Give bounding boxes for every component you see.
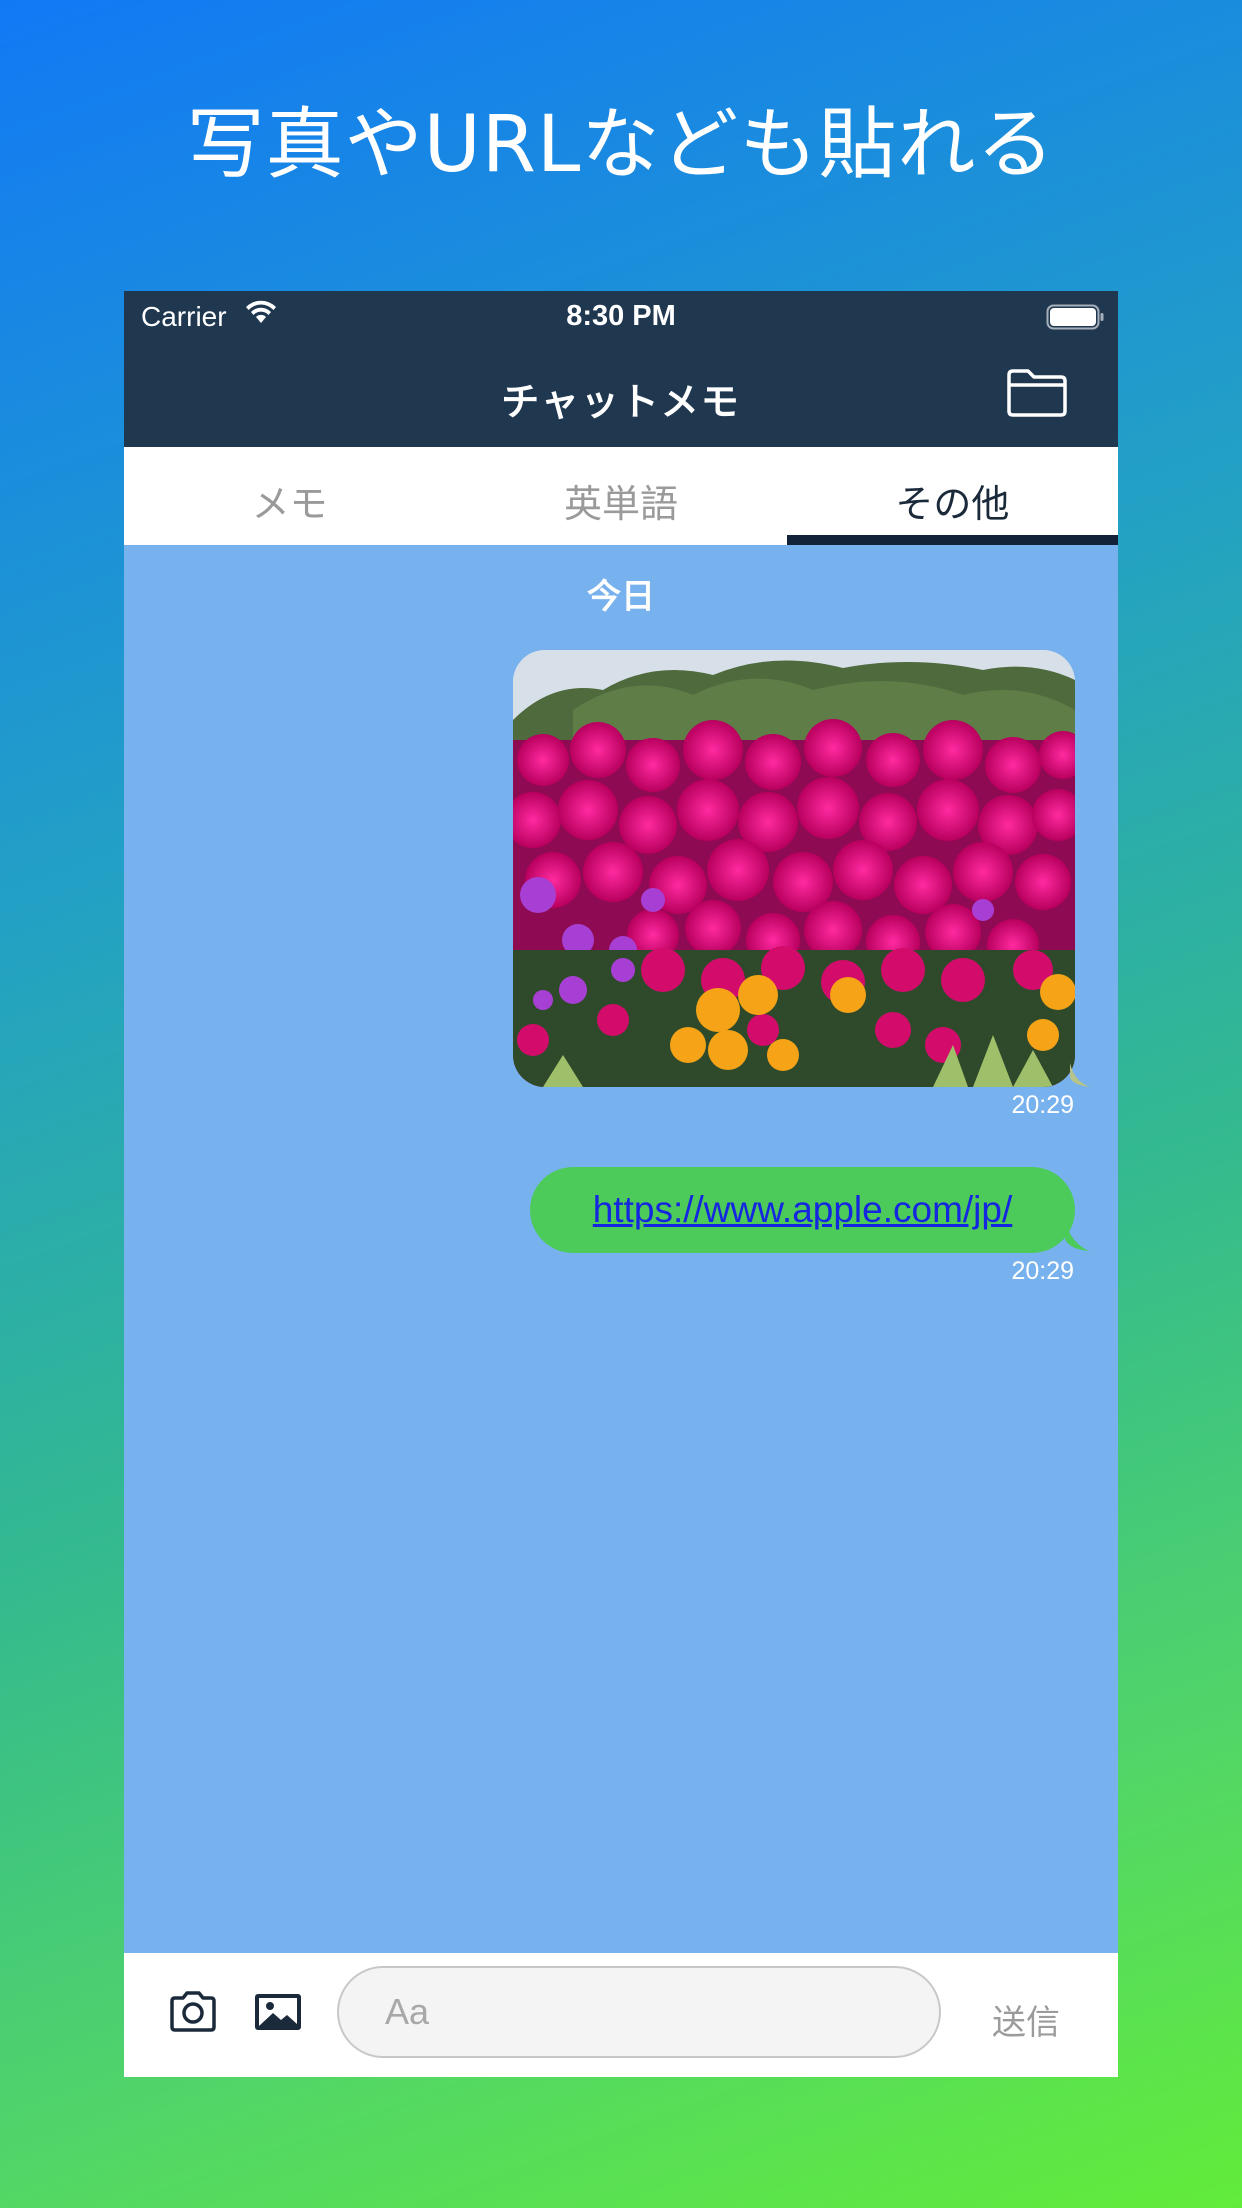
tab-vocabulary[interactable]: 英単語 <box>455 447 786 545</box>
message-input[interactable] <box>337 1966 941 2058</box>
message-timestamp: 20:29 <box>1011 1257 1074 1285</box>
photo-library-icon[interactable] <box>253 1991 303 2037</box>
bubble-tail <box>1070 1063 1090 1091</box>
nav-title: チャットメモ <box>501 380 741 424</box>
status-time: 8:30 PM <box>566 300 676 332</box>
tab-other[interactable]: その他 <box>786 447 1118 545</box>
tab-bar: メモ 英単語 その他 <box>124 447 1118 545</box>
promo-headline: 写真やURLなども貼れる <box>186 100 1056 190</box>
tab-memo[interactable]: メモ <box>124 447 455 545</box>
link-message: https://www.apple.com/jp/ <box>530 1167 1075 1253</box>
flower-field-photo <box>513 650 1075 1087</box>
status-bar: Carrier 8:30 PM <box>124 291 1118 341</box>
message-timestamp: 20:29 <box>1011 1091 1074 1119</box>
battery-icon <box>1046 303 1106 335</box>
photo-message[interactable] <box>513 650 1075 1087</box>
navigation-bar: チャットメモ <box>124 341 1118 447</box>
date-separator: 今日 <box>587 577 655 617</box>
camera-icon[interactable] <box>168 1991 218 2037</box>
folder-icon[interactable] <box>1006 367 1068 421</box>
app-screen: Carrier 8:30 PM チャットメモ メモ 英単語 その他 今日 20:… <box>124 291 1118 2077</box>
bubble-tail <box>1065 1221 1089 1255</box>
send-button[interactable]: 送信 <box>992 1995 1060 2044</box>
message-link[interactable]: https://www.apple.com/jp/ <box>593 1189 1013 1231</box>
message-input-bar: 送信 <box>124 1953 1118 2077</box>
